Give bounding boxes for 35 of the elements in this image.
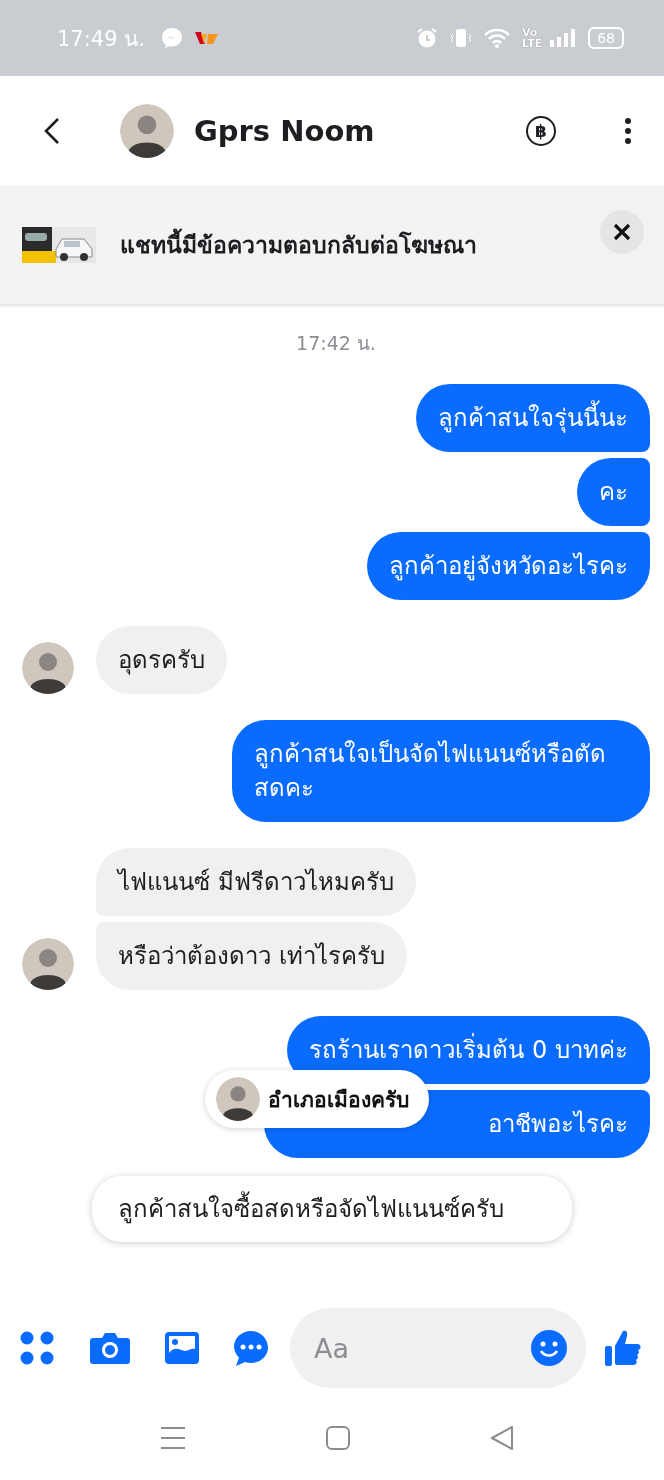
home-icon[interactable]: [326, 1425, 350, 1450]
contact-name: Gprs Noom: [194, 114, 376, 148]
message-bubble: ลูกค้าอยู่จังหวัดอะไรคะ: [367, 532, 650, 600]
message-bubble: คะ: [577, 458, 650, 526]
message-field[interactable]: Aa: [290, 1308, 586, 1388]
app-logo-icon: [194, 30, 219, 46]
reply-popup[interactable]: อำเภอเมืองครับ: [205, 1070, 429, 1128]
message-bubble: หรือว่าต้องดาว เท่าไรครับ: [96, 922, 407, 990]
menu-icon[interactable]: [624, 117, 632, 145]
payment-button[interactable]: ฿: [526, 116, 556, 146]
message-bubble: ลูกค้าสนใจรุ่นนี้นะ: [416, 384, 650, 452]
messenger-icon: [160, 27, 183, 49]
message-bubble: อุดรครับ: [96, 626, 227, 694]
vibrate-icon: [449, 27, 472, 49]
ad-reply-notice: แชทนี้มีข้อความตอบกลับต่อโฆษณา: [120, 227, 600, 263]
camera-icon[interactable]: [90, 1331, 130, 1365]
wifi-icon: [483, 27, 510, 49]
emoji-icon[interactable]: [530, 1329, 568, 1367]
message-bubble: ไฟแนนซ์ มีฟรีดาวไหมครับ: [96, 848, 416, 916]
thumbs-up-icon[interactable]: [604, 1328, 642, 1368]
back-icon[interactable]: [42, 116, 62, 146]
avatar: [216, 1077, 260, 1121]
message-bubble: ลูกค้าสนใจเป็นจัดไฟแนนซ์หรือตัดสดคะ: [232, 720, 650, 822]
suggested-reply[interactable]: ลูกค้าสนใจซื้อสดหรือจัดไฟแนนซ์ครับ: [92, 1176, 572, 1242]
timestamp: 17:42 น.: [296, 331, 376, 356]
message-bubble: รถร้านเราดาวเริ่มต้น 0 บาทค่ะ: [287, 1016, 650, 1084]
avatar: [120, 104, 174, 158]
image-icon[interactable]: [164, 1331, 200, 1365]
apps-icon[interactable]: [20, 1331, 54, 1365]
close-button[interactable]: [600, 210, 644, 254]
alarm-icon: [415, 27, 438, 49]
close-icon: [613, 223, 631, 241]
message-input[interactable]: Aa: [312, 1331, 530, 1365]
signal-icon: [550, 28, 577, 48]
chat-bubble-icon[interactable]: [232, 1329, 270, 1367]
